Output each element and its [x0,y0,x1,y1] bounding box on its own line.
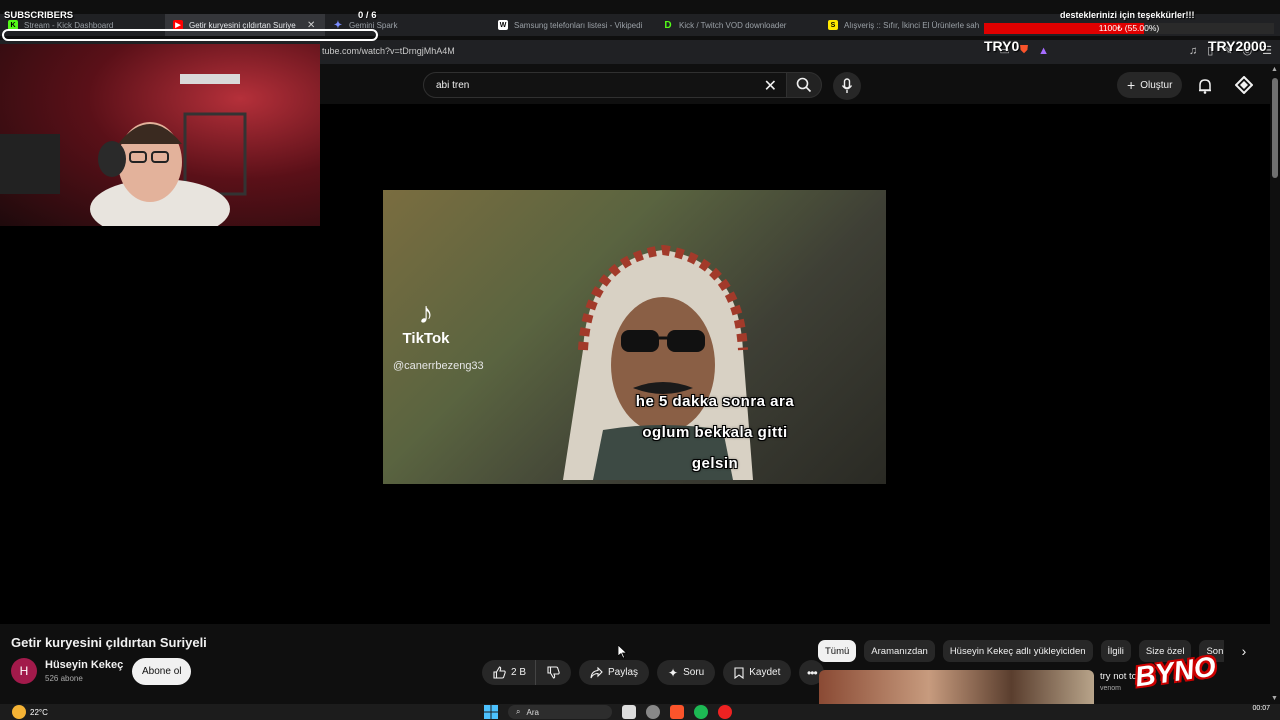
dislike-button[interactable] [535,660,572,685]
scrollbar-thumb[interactable] [1272,78,1278,178]
like-button[interactable]: 2 B [482,660,536,685]
account-icon [1235,76,1253,94]
scroll-down-icon[interactable]: ▼ [1271,695,1278,702]
brave-shield-icon[interactable]: ⛊ [1020,44,1028,57]
recommended-video-channel: venom [1100,685,1122,692]
overlay-subscribers-label: SUBSCRIBERS [4,10,74,21]
screen: K Stream - Kick Dashboard ▶ Getir kuryes… [0,0,1280,720]
create-button[interactable]: + Oluştur [1117,72,1183,98]
create-label: Oluştur [1140,79,1173,91]
tiktok-icon: ♪ [418,297,434,330]
taskbar-apps: ⌕ Ara [484,705,732,719]
subtitle-line: he 5 dakka sonra ara [635,393,795,410]
wikipedia-icon: W [498,20,508,30]
tab-label: Samsung telefonları listesi - Vikipedi [514,20,643,30]
clear-search-icon[interactable]: ✕ [764,76,777,96]
settings-icon[interactable] [646,705,660,719]
search-button[interactable] [786,72,822,98]
music-icon[interactable]: ♫ [1189,45,1197,57]
page-scrollbar[interactable]: ▲ ▼ [1270,64,1280,704]
channel-name[interactable]: Hüseyin Kekeç [45,659,123,671]
video-actions: 2 B Paylaş ✦ Soru Kaydet ••• [482,660,825,685]
webcam-image [0,74,247,226]
thumbs-down-icon [547,666,560,679]
scroll-up-icon[interactable]: ▲ [1271,66,1278,73]
subscriber-count: 526 abone [45,674,83,683]
url-field[interactable]: tube.com/watch?v=tDrngjMhA4M [322,46,455,56]
streamer-webcam [0,44,320,226]
notifications-button[interactable] [1193,74,1217,98]
tab-sahibinden[interactable]: S Alışveriş :: Sıfır, İkinci El Ürünlerl… [820,14,980,36]
voice-search-button[interactable] [833,72,861,100]
tab-wikipedia[interactable]: W Samsung telefonları listesi - Vikipedi [490,14,655,36]
tab-label: Alışveriş :: Sıfır, İkinci El Ürünlerle … [844,20,980,30]
system-clock[interactable]: 00:07 [1252,705,1270,713]
share-button[interactable]: Paylaş [579,660,650,685]
account-avatar[interactable] [1232,73,1256,97]
bookmark-icon [734,666,744,679]
more-icon: ••• [807,665,818,680]
sparkle-icon: ✦ [668,665,679,680]
channel-avatar[interactable]: H [11,658,37,684]
sahibinden-icon: S [828,20,838,30]
overlay-subscriber-count: 0 / 6 [358,10,377,21]
obs-icon[interactable] [718,705,732,719]
save-button[interactable]: Kaydet [723,660,792,685]
overlay-donation-text: 1100₺ (55.00%) [1098,23,1160,33]
rewards-icon[interactable]: ▲ [1038,45,1049,57]
taskbar-search-placeholder: Ara [526,707,539,717]
subtitle-line: oglum bekkala gitti [642,424,788,441]
plus-icon: + [1127,77,1136,93]
recommended-video-title[interactable]: try not to [1100,671,1137,682]
tab-vod-downloader[interactable]: D Kick / Twitch VOD downloader [655,14,820,36]
temperature: 22°C [30,707,48,717]
video-title: Getir kuryesini çıldırtan Suriyeli [11,635,207,650]
windows-start-icon[interactable] [484,705,498,719]
subscribe-button[interactable]: Abone ol [132,658,192,685]
overlay-donation-title: desteklerinizi için teşekkürler!!! [1060,10,1195,20]
share-icon [590,666,603,678]
brave-browser-icon[interactable] [670,705,684,719]
chip-from-search[interactable]: Aramanızdan [864,640,935,662]
like-count: 2 B [511,667,527,678]
tiktok-username: @canerrbezeng33 [393,360,484,372]
weather-widget[interactable]: 22°C [12,705,48,719]
windows-taskbar: 22°C ⌕ Ara 00:07 [0,704,1280,720]
bell-icon [1199,79,1211,94]
microphone-icon [841,78,853,93]
share-label: Paylaş [608,667,639,678]
search-input[interactable]: abi tren ✕ [423,72,788,98]
ask-label: Soru [683,667,705,678]
chip-from-uploader[interactable]: Hüseyin Kekeç adlı yükleyiciden [942,640,1093,662]
tab-label: Kick / Twitch VOD downloader [679,20,787,30]
weather-icon [12,705,26,719]
spotify-icon[interactable] [694,705,708,719]
downloader-icon: D [664,19,672,31]
tiktok-label: TikTok [402,330,450,347]
tiktok-watermark: ♪ TikTok [391,297,461,348]
subtitle-line: gelsin [691,455,739,472]
chip-related[interactable]: İlgili [1100,640,1131,662]
overlay-subscriber-progress [2,29,378,41]
ask-button[interactable]: ✦ Soru [657,660,716,685]
chip-all[interactable]: Tümü [818,640,857,662]
video-subtitle: he 5 dakka sonra ara oglum bekkala gitti… [560,386,870,479]
overlay-goal-min: TRY0 [984,38,1020,54]
search-icon [796,77,812,93]
mouse-cursor-icon [618,645,628,659]
overlay-donation-bar: 1100₺ (55.00%) [984,23,1274,34]
recommended-video-thumbnail[interactable] [819,670,1094,706]
search-query[interactable]: abi tren [436,80,469,91]
search-icon: ⌕ [516,707,521,716]
file-explorer-icon[interactable] [622,705,636,719]
save-label: Kaydet [749,667,781,678]
chevron-right-icon[interactable]: › [1234,641,1254,661]
overlay-goal-max: TRY2000 [1208,38,1267,54]
thumbs-up-icon [493,666,506,679]
taskbar-search[interactable]: ⌕ Ara [508,705,612,719]
